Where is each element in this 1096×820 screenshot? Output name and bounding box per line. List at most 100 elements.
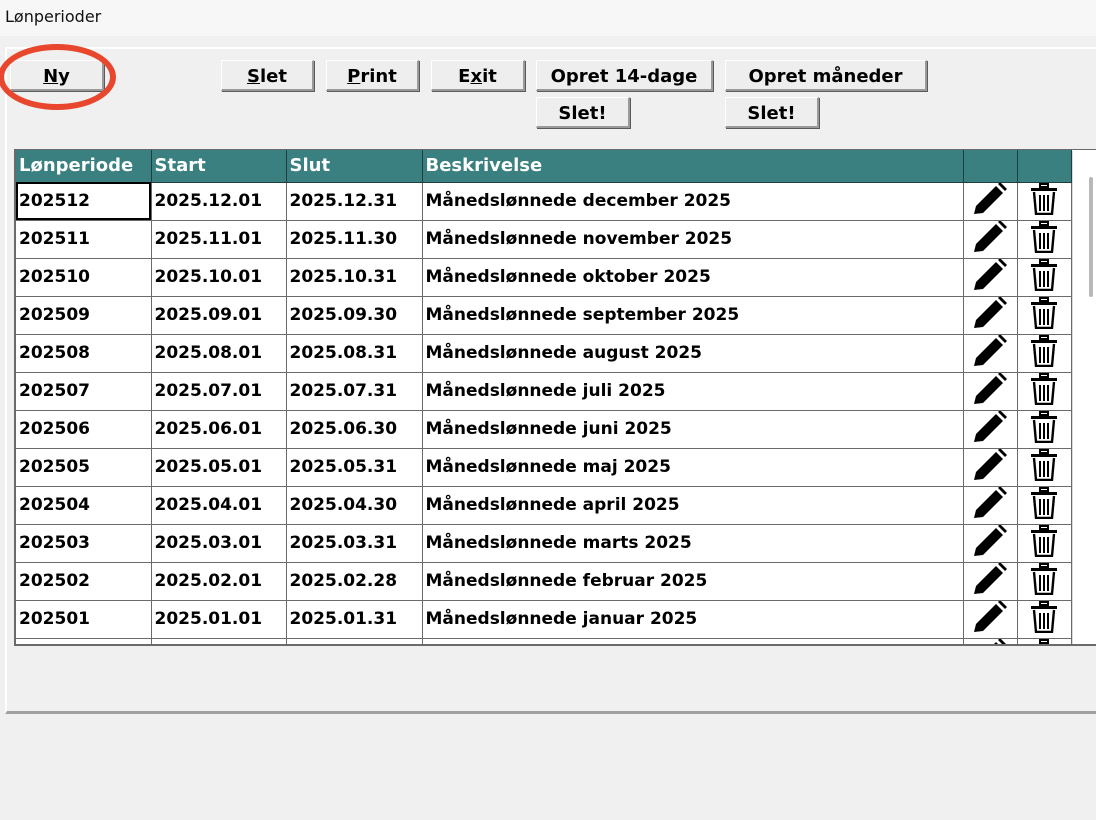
- cell-lonperiode[interactable]: 202507: [16, 372, 152, 411]
- table-row[interactable]: 202510 2025.10.01 2025.10.31 Månedslønnede …: [16, 258, 1072, 297]
- pencil-icon[interactable]: [972, 600, 1008, 638]
- ny-button[interactable]: Ny: [10, 60, 104, 91]
- trash-icon[interactable]: [1029, 334, 1059, 372]
- table-row[interactable]: 202505 2025.05.01 2025.05.31 Månedslønnede …: [16, 448, 1072, 487]
- cell-beskrivelse[interactable]: Månedslønnede januar 2025: [422, 600, 964, 639]
- cell-start[interactable]: 2025.12.01: [151, 182, 287, 221]
- cell-lonperiode[interactable]: 202503: [16, 524, 152, 563]
- cell-slut[interactable]: 2025.06.30: [286, 410, 423, 449]
- cell-slut[interactable]: 2025.11.30: [286, 220, 423, 259]
- cell-beskrivelse[interactable]: Månedslønnede oktober 2025: [422, 258, 964, 297]
- edit-cell[interactable]: [963, 334, 1018, 373]
- edit-cell[interactable]: [963, 448, 1018, 487]
- pencil-icon[interactable]: [972, 334, 1008, 372]
- cell-beskrivelse[interactable]: Månedslønnede december 2024: [422, 638, 964, 644]
- cell-lonperiode[interactable]: 202502: [16, 562, 152, 601]
- table-row[interactable]: 202504 2025.04.01 2025.04.30 Månedslønnede …: [16, 486, 1072, 525]
- edit-cell[interactable]: [963, 220, 1018, 259]
- cell-slut[interactable]: 2025.07.31: [286, 372, 423, 411]
- table-row[interactable]: 202503 2025.03.01 2025.03.31 Månedslønnede …: [16, 524, 1072, 563]
- edit-cell[interactable]: [963, 410, 1018, 449]
- table-row[interactable]: 202506 2025.06.01 2025.06.30 Månedslønnede …: [16, 410, 1072, 449]
- header-start[interactable]: Start: [151, 150, 287, 183]
- cell-slut[interactable]: 2024.12.31: [286, 638, 423, 644]
- cell-start[interactable]: 2025.01.01: [151, 600, 287, 639]
- pencil-icon[interactable]: [972, 182, 1008, 220]
- pencil-icon[interactable]: [972, 410, 1008, 448]
- cell-start[interactable]: 2025.06.01: [151, 410, 287, 449]
- cell-lonperiode[interactable]: 202511: [16, 220, 152, 259]
- header-beskrivelse[interactable]: Beskrivelse: [422, 150, 964, 183]
- cell-slut[interactable]: 2025.12.31: [286, 182, 423, 221]
- edit-cell[interactable]: [963, 524, 1018, 563]
- cell-start[interactable]: 2025.11.01: [151, 220, 287, 259]
- pencil-icon[interactable]: [972, 486, 1008, 524]
- delete-cell[interactable]: [1017, 258, 1072, 297]
- header-edit[interactable]: [963, 150, 1018, 183]
- pencil-icon[interactable]: [972, 220, 1008, 258]
- pencil-icon[interactable]: [972, 448, 1008, 486]
- table-row[interactable]: 202502 2025.02.01 2025.02.28 Månedslønnede …: [16, 562, 1072, 601]
- cell-beskrivelse[interactable]: Månedslønnede november 2025: [422, 220, 964, 259]
- cell-lonperiode[interactable]: 202506: [16, 410, 152, 449]
- cell-start[interactable]: 2025.02.01: [151, 562, 287, 601]
- cell-lonperiode[interactable]: 202509: [16, 296, 152, 335]
- header-delete[interactable]: [1017, 150, 1072, 183]
- delete-cell[interactable]: [1017, 182, 1072, 221]
- opret-maaneder-button[interactable]: Opret måneder: [725, 60, 927, 91]
- pencil-icon[interactable]: [972, 562, 1008, 600]
- cell-beskrivelse[interactable]: Månedslønnede marts 2025: [422, 524, 964, 563]
- header-lonperiode[interactable]: Lønperiode: [16, 150, 152, 183]
- cell-beskrivelse[interactable]: Månedslønnede februar 2025: [422, 562, 964, 601]
- trash-icon[interactable]: [1029, 448, 1059, 486]
- cell-start[interactable]: 2025.05.01: [151, 448, 287, 487]
- edit-cell[interactable]: [963, 562, 1018, 601]
- opret-14-dage-button[interactable]: Opret 14-dage: [536, 60, 713, 91]
- trash-icon[interactable]: [1029, 372, 1059, 410]
- exit-button[interactable]: Exit: [431, 60, 525, 91]
- table-row[interactable]: 202512 2025.12.01 2025.12.31 Månedslønnede …: [16, 182, 1072, 221]
- cell-slut[interactable]: 2025.04.30: [286, 486, 423, 525]
- header-slut[interactable]: Slut: [286, 150, 423, 183]
- cell-beskrivelse[interactable]: Månedslønnede april 2025: [422, 486, 964, 525]
- table-row[interactable]: 202508 2025.08.01 2025.08.31 Månedslønnede …: [16, 334, 1072, 373]
- cell-beskrivelse[interactable]: Månedslønnede juni 2025: [422, 410, 964, 449]
- trash-icon[interactable]: [1029, 182, 1059, 220]
- delete-cell[interactable]: [1017, 486, 1072, 525]
- delete-cell[interactable]: [1017, 638, 1072, 644]
- table-row[interactable]: 202501 2025.01.01 2025.01.31 Månedslønnede …: [16, 600, 1072, 639]
- cell-beskrivelse[interactable]: Månedslønnede august 2025: [422, 334, 964, 373]
- cell-start[interactable]: 2025.07.01: [151, 372, 287, 411]
- print-button[interactable]: Print: [326, 60, 419, 91]
- cell-lonperiode[interactable]: 202501: [16, 600, 152, 639]
- pencil-icon[interactable]: [972, 258, 1008, 296]
- cell-start[interactable]: 2025.08.01: [151, 334, 287, 373]
- edit-cell[interactable]: [963, 638, 1018, 644]
- cell-start[interactable]: 2025.04.01: [151, 486, 287, 525]
- trash-icon[interactable]: [1029, 220, 1059, 258]
- cell-slut[interactable]: 2025.10.31: [286, 258, 423, 297]
- edit-cell[interactable]: [963, 372, 1018, 411]
- edit-cell[interactable]: [963, 258, 1018, 297]
- scrollbar-thumb[interactable]: [1089, 177, 1093, 297]
- trash-icon[interactable]: [1029, 524, 1059, 562]
- table-row[interactable]: 2024122024.12.012024.12.31Månedslønnede …: [16, 638, 1072, 644]
- delete-cell[interactable]: [1017, 372, 1072, 411]
- cell-beskrivelse[interactable]: Månedslønnede september 2025: [422, 296, 964, 335]
- delete-cell[interactable]: [1017, 600, 1072, 639]
- pencil-icon[interactable]: [972, 372, 1008, 410]
- cell-slut[interactable]: 2025.01.31: [286, 600, 423, 639]
- cell-lonperiode[interactable]: 202504: [16, 486, 152, 525]
- pencil-icon[interactable]: [972, 296, 1008, 334]
- trash-icon[interactable]: [1029, 410, 1059, 448]
- cell-lonperiode[interactable]: 202510: [16, 258, 152, 297]
- edit-cell[interactable]: [963, 486, 1018, 525]
- cell-start[interactable]: 2025.09.01: [151, 296, 287, 335]
- cell-beskrivelse[interactable]: Månedslønnede juli 2025: [422, 372, 964, 411]
- cell-beskrivelse[interactable]: Månedslønnede maj 2025: [422, 448, 964, 487]
- delete-cell[interactable]: [1017, 296, 1072, 335]
- edit-cell[interactable]: [963, 296, 1018, 335]
- delete-cell[interactable]: [1017, 524, 1072, 563]
- slet-14-dage-button[interactable]: Slet!: [536, 97, 630, 128]
- delete-cell[interactable]: [1017, 562, 1072, 601]
